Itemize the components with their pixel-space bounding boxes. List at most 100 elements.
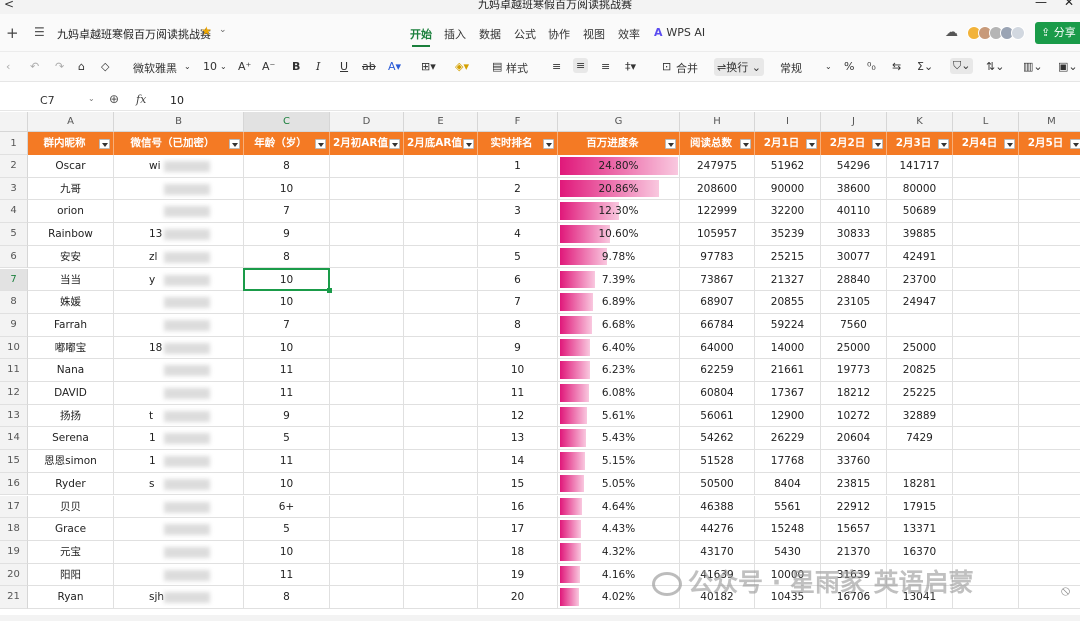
table-cell[interactable]: 21327: [755, 268, 821, 292]
table-cell[interactable]: [953, 245, 1019, 269]
table-cell[interactable]: [330, 472, 404, 496]
align-right-icon[interactable]: ≡: [601, 60, 610, 73]
table-cell[interactable]: [404, 563, 478, 587]
table-cell[interactable]: 23105: [821, 291, 887, 314]
table-cell[interactable]: [953, 427, 1019, 451]
table-cell[interactable]: [330, 291, 404, 314]
merge-icon[interactable]: ⊡: [662, 60, 671, 73]
table-cell[interactable]: 6.89%: [558, 291, 680, 314]
table-cell[interactable]: [1019, 155, 1080, 178]
table-cell[interactable]: 64000: [680, 336, 755, 360]
table-header-cell[interactable]: 年龄（岁）: [244, 132, 330, 155]
row-header[interactable]: 8: [0, 291, 28, 314]
table-cell[interactable]: 15: [478, 472, 558, 496]
table-cell[interactable]: [953, 359, 1019, 382]
table-cell[interactable]: 25215: [755, 245, 821, 269]
table-cell[interactable]: [404, 495, 478, 519]
column-header-i[interactable]: I: [755, 112, 821, 132]
sort-icon[interactable]: ⇅⌄: [986, 60, 1004, 73]
table-cell[interactable]: 13371: [887, 518, 953, 541]
filter-icon[interactable]: ⛉⌄: [950, 58, 974, 74]
row-header[interactable]: 13: [0, 404, 28, 428]
wrap-button[interactable]: ⇌换行 ⌄: [714, 58, 764, 76]
table-cell[interactable]: [114, 313, 244, 337]
row-header[interactable]: 6: [0, 245, 28, 269]
table-cell[interactable]: 105957: [680, 223, 755, 246]
table-header-cell[interactable]: 百万进度条: [558, 132, 680, 155]
table-cell[interactable]: 6.68%: [558, 313, 680, 337]
table-cell[interactable]: [404, 586, 478, 609]
table-cell[interactable]: [330, 177, 404, 201]
table-cell[interactable]: [330, 313, 404, 337]
table-cell[interactable]: 10.60%: [558, 223, 680, 246]
table-cell[interactable]: 5.61%: [558, 404, 680, 428]
table-cell[interactable]: 50689: [887, 200, 953, 224]
table-cell[interactable]: 11: [244, 382, 330, 405]
increase-font-icon[interactable]: A⁺: [238, 60, 251, 73]
table-cell[interactable]: 20.86%: [558, 177, 680, 201]
chevron-down-icon[interactable]: ⌄: [825, 62, 832, 71]
table-cell[interactable]: Farrah: [28, 313, 114, 337]
table-cell[interactable]: 39885: [887, 223, 953, 246]
table-cell[interactable]: zl: [114, 245, 244, 269]
table-header-cell[interactable]: 群内昵称: [28, 132, 114, 155]
font-family-select[interactable]: 微软雅黑: [133, 60, 177, 76]
column-header-c[interactable]: C: [244, 112, 330, 132]
table-cell[interactable]: 8: [478, 313, 558, 337]
table-cell[interactable]: [404, 268, 478, 292]
doc-title[interactable]: 九妈卓越班寒假百万阅读挑战赛: [57, 26, 211, 42]
table-cell[interactable]: [330, 155, 404, 178]
table-cell[interactable]: [404, 382, 478, 405]
table-cell[interactable]: [114, 382, 244, 405]
table-cell[interactable]: [1019, 518, 1080, 541]
row-header[interactable]: 1: [0, 132, 28, 155]
table-cell[interactable]: 23815: [821, 472, 887, 496]
table-cell[interactable]: 5.43%: [558, 427, 680, 451]
table-cell[interactable]: 16370: [887, 540, 953, 564]
table-cell[interactable]: 25000: [887, 336, 953, 360]
column-header-j[interactable]: J: [821, 112, 887, 132]
table-cell[interactable]: 5.05%: [558, 472, 680, 496]
table-cell[interactable]: [953, 200, 1019, 224]
font-size-select[interactable]: 10: [203, 60, 217, 73]
table-cell[interactable]: Nana: [28, 359, 114, 382]
table-cell[interactable]: [330, 563, 404, 587]
filter-dropdown-icon[interactable]: [229, 139, 240, 149]
filter-dropdown-icon[interactable]: [99, 139, 110, 149]
table-cell[interactable]: t: [114, 404, 244, 428]
row-header[interactable]: 17: [0, 495, 28, 519]
table-header-cell[interactable]: 阅读总数: [680, 132, 755, 155]
table-cell[interactable]: 23700: [887, 268, 953, 292]
table-cell[interactable]: [330, 427, 404, 451]
table-cell[interactable]: 14: [478, 450, 558, 473]
table-cell[interactable]: [114, 540, 244, 564]
table-cell[interactable]: 33760: [821, 450, 887, 473]
table-cell[interactable]: 51962: [755, 155, 821, 178]
table-cell[interactable]: [404, 359, 478, 382]
row-header[interactable]: 2: [0, 155, 28, 178]
table-cell[interactable]: DAVID: [28, 382, 114, 405]
tab-insert[interactable]: 插入: [444, 26, 466, 42]
table-cell[interactable]: 7: [478, 291, 558, 314]
row-header[interactable]: 7: [0, 268, 28, 292]
share-button[interactable]: ⇪ 分享: [1035, 22, 1080, 44]
table-cell[interactable]: [887, 450, 953, 473]
style-button[interactable]: 样式: [506, 60, 528, 76]
table-cell[interactable]: 10272: [821, 404, 887, 428]
table-cell[interactable]: [953, 313, 1019, 337]
table-cell[interactable]: [953, 223, 1019, 246]
table-cell[interactable]: [1019, 541, 1080, 564]
table-cell[interactable]: orion: [28, 200, 114, 224]
table-cell[interactable]: [404, 472, 478, 496]
table-cell[interactable]: 24947: [887, 291, 953, 314]
filter-dropdown-icon[interactable]: [806, 139, 817, 149]
table-cell[interactable]: 6: [478, 268, 558, 292]
table-cell[interactable]: 15657: [821, 518, 887, 541]
row-header[interactable]: 5: [0, 223, 28, 246]
table-header-cell[interactable]: 实时排名: [478, 132, 558, 155]
table-cell[interactable]: 12: [478, 404, 558, 428]
row-header[interactable]: 9: [0, 313, 28, 337]
table-cell[interactable]: 11: [244, 359, 330, 382]
table-cell[interactable]: [953, 382, 1019, 405]
table-cell[interactable]: 扬扬: [28, 404, 114, 428]
